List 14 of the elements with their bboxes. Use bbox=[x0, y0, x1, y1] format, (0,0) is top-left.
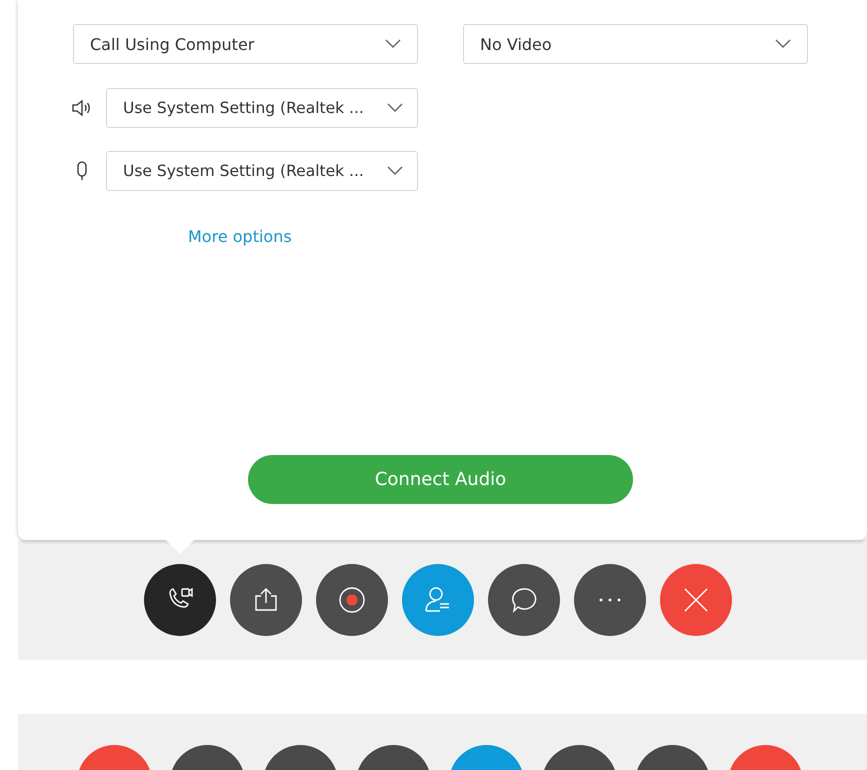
chevron-down-icon bbox=[775, 39, 791, 49]
device-dropdown[interactable]: Use System Setting (Realtek ... bbox=[106, 151, 418, 191]
chevron-down-icon bbox=[387, 103, 403, 113]
chevron-down-icon bbox=[387, 166, 403, 176]
chevron-down-icon bbox=[385, 39, 401, 49]
speaker-icon bbox=[72, 99, 92, 117]
device-dropdown[interactable]: Use System Setting (Realtek ... bbox=[106, 88, 418, 128]
chat-bubble-icon bbox=[510, 586, 538, 614]
microphone-icon bbox=[76, 161, 88, 181]
close-icon bbox=[684, 588, 708, 612]
more-icon bbox=[599, 598, 621, 602]
record-icon bbox=[338, 586, 366, 614]
video-dropdown[interactable]: No Video bbox=[463, 24, 808, 64]
audio-connection-dropdown[interactable]: Call Using Computer bbox=[73, 24, 418, 64]
